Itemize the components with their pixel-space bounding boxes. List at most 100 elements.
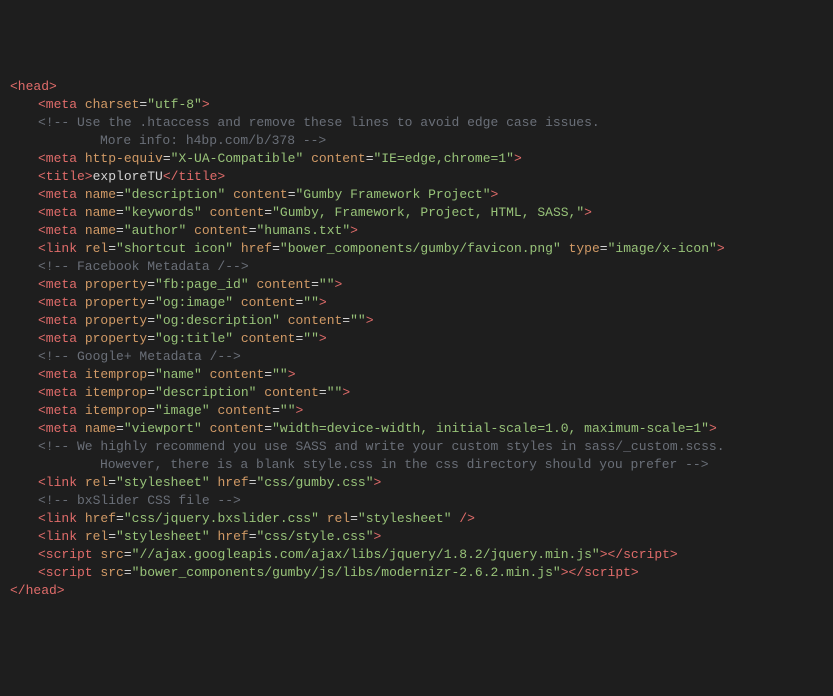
token-tag: > xyxy=(342,385,350,400)
token-tag: </head> xyxy=(10,583,65,598)
token-tag: <meta xyxy=(38,187,85,202)
token-op: = xyxy=(272,241,280,256)
token-op: = xyxy=(108,241,116,256)
code-line: <meta property="og:description" content=… xyxy=(10,312,823,330)
token-txt xyxy=(303,151,311,166)
token-tag: > xyxy=(584,205,592,220)
token-tag: > xyxy=(350,223,358,238)
token-attr: content xyxy=(241,331,296,346)
token-attr: itemprop xyxy=(85,385,147,400)
token-tag: </title> xyxy=(163,169,225,184)
token-tag: <meta xyxy=(38,331,85,346)
token-attr: content xyxy=(256,277,311,292)
token-attr: content xyxy=(194,223,249,238)
token-attr: src xyxy=(100,565,123,580)
token-op: = xyxy=(366,151,374,166)
token-str: "" xyxy=(280,403,296,418)
token-txt xyxy=(202,367,210,382)
token-str: "stylesheet" xyxy=(116,475,210,490)
code-line: More info: h4bp.com/b/378 --> xyxy=(10,132,823,150)
token-txt xyxy=(186,223,194,238)
token-tag: <meta xyxy=(38,385,85,400)
code-line: <meta property="fb:page_id" content=""> xyxy=(10,276,823,294)
token-str: "Gumby Framework Project" xyxy=(296,187,491,202)
token-cmt: <!-- We highly recommend you use SASS an… xyxy=(38,439,725,454)
token-cmt: <!-- Google+ Metadata /--> xyxy=(38,349,241,364)
token-str: "bower_components/gumby/js/libs/moderniz… xyxy=(132,565,561,580)
token-str: "description" xyxy=(124,187,225,202)
token-op: = xyxy=(147,403,155,418)
token-str: "" xyxy=(319,277,335,292)
token-attr: type xyxy=(569,241,600,256)
token-str: "viewport" xyxy=(124,421,202,436)
token-str: "css/style.css" xyxy=(257,529,374,544)
token-attr: name xyxy=(85,187,116,202)
code-line: <meta itemprop="image" content=""> xyxy=(10,402,823,420)
token-op: = xyxy=(272,403,280,418)
token-str: "" xyxy=(350,313,366,328)
token-txt xyxy=(210,529,218,544)
token-cmt: More info: h4bp.com/b/378 --> xyxy=(100,133,326,148)
token-op: = xyxy=(108,475,116,490)
token-attr: rel xyxy=(85,529,108,544)
code-line: <meta name="description" content="Gumby … xyxy=(10,186,823,204)
token-tag: > xyxy=(288,367,296,382)
token-op: = xyxy=(249,529,257,544)
token-tag: > xyxy=(374,529,382,544)
token-attr: name xyxy=(85,223,116,238)
token-tag: > xyxy=(374,475,382,490)
token-op: = xyxy=(311,277,319,292)
token-attr: href xyxy=(217,529,248,544)
token-op: = xyxy=(116,205,124,220)
token-str: "" xyxy=(303,295,319,310)
code-line: <!-- We highly recommend you use SASS an… xyxy=(10,438,823,456)
token-tag: <meta xyxy=(38,313,85,328)
token-op: = xyxy=(147,295,155,310)
token-str: "css/gumby.css" xyxy=(257,475,374,490)
token-attr: name xyxy=(85,421,116,436)
token-tag: > xyxy=(514,151,522,166)
token-cmt: However, there is a blank style.css in t… xyxy=(100,457,709,472)
token-op: = xyxy=(124,547,132,562)
code-line: <link rel="shortcut icon" href="bower_co… xyxy=(10,240,823,258)
token-str: "Gumby, Framework, Project, HTML, SASS," xyxy=(272,205,584,220)
token-tag: <meta xyxy=(38,223,85,238)
token-op: = xyxy=(147,277,155,292)
token-str: "shortcut icon" xyxy=(116,241,233,256)
code-line: <!-- Use the .htaccess and remove these … xyxy=(10,114,823,132)
token-str: "fb:page_id" xyxy=(155,277,249,292)
token-txt xyxy=(233,331,241,346)
token-tag: > xyxy=(335,277,343,292)
token-tag: <link xyxy=(38,241,85,256)
code-line: <meta itemprop="description" content=""> xyxy=(10,384,823,402)
token-op: = xyxy=(249,223,257,238)
token-op: = xyxy=(116,187,124,202)
code-line: <link rel="stylesheet" href="css/gumby.c… xyxy=(10,474,823,492)
token-str: "author" xyxy=(124,223,186,238)
token-tag: > xyxy=(717,241,725,256)
code-line: <head> xyxy=(10,78,823,96)
code-line: <!-- bxSlider CSS file --> xyxy=(10,492,823,510)
token-tag: ></script> xyxy=(600,547,678,562)
code-line: </head> xyxy=(10,582,823,600)
token-str: "" xyxy=(327,385,343,400)
token-op: = xyxy=(163,151,171,166)
token-tag: <title> xyxy=(38,169,93,184)
token-attr: href xyxy=(217,475,248,490)
token-attr: content xyxy=(264,385,319,400)
token-str: "" xyxy=(303,331,319,346)
token-attr: content xyxy=(217,403,272,418)
token-tag: <script xyxy=(38,547,100,562)
token-op: = xyxy=(116,421,124,436)
token-op: = xyxy=(264,367,272,382)
token-op: = xyxy=(124,565,132,580)
code-line: <script src="bower_components/gumby/js/l… xyxy=(10,564,823,582)
token-op: = xyxy=(147,331,155,346)
token-tag: <meta xyxy=(38,295,85,310)
token-txt: exploreTU xyxy=(93,169,163,184)
token-tag: ></script> xyxy=(561,565,639,580)
token-str: "keywords" xyxy=(124,205,202,220)
token-str: "image" xyxy=(155,403,210,418)
token-attr: http-equiv xyxy=(85,151,163,166)
code-line: <link href="css/jquery.bxslider.css" rel… xyxy=(10,510,823,528)
